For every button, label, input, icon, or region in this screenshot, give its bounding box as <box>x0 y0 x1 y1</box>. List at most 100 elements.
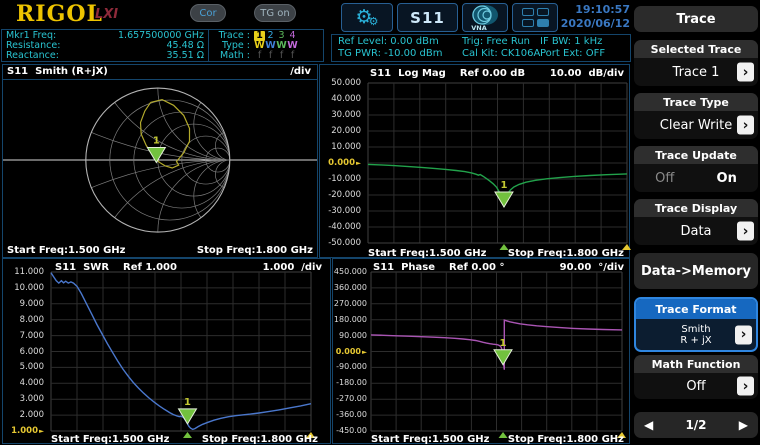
phase-freq-footer: Start Freq:1.500 GHz Stop Freq:1.800 GHz <box>371 434 624 445</box>
ifbw-status: IF BW: 1 kHz <box>540 36 630 48</box>
trace-update-on[interactable]: On <box>717 171 737 186</box>
trace-display-value: Data <box>680 224 711 239</box>
reactance-value: 35.51 Ω <box>167 51 204 61</box>
svg-text:VNA: VNA <box>471 24 487 31</box>
y-tick-label: 11.000 <box>14 267 44 277</box>
marker-readout: Mkr1 Freq:1.657500000 GHz Resistance:45.… <box>2 30 208 61</box>
logmag-y-axis: 50.00040.00030.00020.00010.0000.000►-10.… <box>320 83 365 243</box>
smith-freq-footer: Start Freq:1.500 GHz Stop Freq:1.800 GHz <box>7 245 313 256</box>
phase-svg: 1 <box>371 272 622 439</box>
grid <box>368 83 627 243</box>
logmag-scale: 10.00 dB/div <box>550 68 624 79</box>
trace-display-item[interactable]: Trace Display Data › <box>634 199 758 245</box>
y-tick-label: -270.00 <box>336 394 367 403</box>
trace-type-item[interactable]: Trace Type Clear Write › <box>634 93 758 139</box>
marker-info-box: Mkr1 Freq:1.657500000 GHz Resistance:45.… <box>1 29 324 62</box>
ref-level-status: Ref Level: 0.00 dBm <box>338 36 462 48</box>
reactance-label: Reactance: <box>6 51 59 61</box>
swr-chart-panel[interactable]: S11 SWR Ref 1.000 1.000 /div 11.00010.00… <box>2 258 331 444</box>
y-tick-label: -360.00 <box>336 410 367 419</box>
logmag-chart-panel[interactable]: S11 Log Mag Ref 0.00 dB 10.00 dB/div 50.… <box>319 64 630 258</box>
menu-pagination: ◀ 1/2 ▶ <box>634 412 758 438</box>
svg-text:1: 1 <box>153 135 160 146</box>
svg-text:1: 1 <box>500 338 507 349</box>
y-tick-label: -450.00 <box>336 426 367 435</box>
chevron-right-icon[interactable]: › <box>737 377 754 396</box>
vna-screen: RIGOL LXI Cor TG on ⚙⚙ S11 VNA 19:10:57 … <box>0 0 760 445</box>
swr-freq-footer: Start Freq:1.500 GHz Stop Freq:1.800 GHz <box>51 434 318 445</box>
chevron-right-icon[interactable]: › <box>737 63 754 82</box>
tracking-gen-status-button[interactable]: TG on <box>254 4 296 22</box>
grid <box>51 272 311 431</box>
clock: 19:10:57 2020/06/12 <box>556 3 630 31</box>
s-parameter-button[interactable]: S11 <box>397 3 458 32</box>
gear-small-icon: ⚙ <box>369 16 379 27</box>
start-freq-label: Start Freq:1.500 GHz <box>7 245 126 256</box>
y-tick-label: -30.000 <box>328 206 361 216</box>
y-tick-label: 360.000 <box>334 283 367 292</box>
chevron-right-icon[interactable]: › <box>735 325 752 344</box>
trace-format-item[interactable]: Trace Format Smith R + jX › <box>634 297 758 352</box>
stop-freq-label: Stop Freq:1.800 GHz <box>202 434 318 445</box>
vna-mode-button[interactable]: VNA <box>462 3 508 32</box>
start-freq-label: Start Freq:1.500 GHz <box>51 434 170 445</box>
instrument-status-box: Ref Level: 0.00 dBmTrig: Free RunIF BW: … <box>331 34 631 62</box>
chevron-right-icon[interactable]: › <box>737 116 754 135</box>
stop-freq-label: Stop Freq:1.800 GHz <box>508 434 624 445</box>
lxi-logo: LXI <box>95 7 118 22</box>
phase-chart-panel[interactable]: S11 Phase Ref 0.00 ° 90.00 °/div 450.000… <box>332 258 630 444</box>
math-function-item[interactable]: Math Function Off › <box>634 355 758 399</box>
window-layout-button[interactable] <box>512 3 558 32</box>
y-tick-label: 20.000 <box>331 126 361 136</box>
y-tick-label: 50.000 <box>331 78 361 88</box>
selected-trace-item[interactable]: Selected Trace Trace 1 › <box>634 40 758 86</box>
y-tick-label: -180.00 <box>336 378 367 387</box>
smith-chart-panel[interactable]: S11 Smith (R+jX) /div 1 Start Freq:1.500… <box>2 64 318 258</box>
trace-type-value: Clear Write <box>660 118 732 133</box>
y-tick-label: 1.000► <box>11 426 44 436</box>
y-tick-label: -50.000 <box>328 238 361 248</box>
smith-title: S11 Smith (R+jX) <box>7 66 108 79</box>
rigol-logo: RIGOL <box>16 1 103 27</box>
prev-page-icon[interactable]: ◀ <box>644 418 653 432</box>
y-tick-label: 0.000► <box>336 347 367 356</box>
date: 2020/06/12 <box>556 17 630 31</box>
y-tick-label: 7.000 <box>20 331 44 341</box>
tg-power-status: TG PWR: -10.00 dBm <box>338 48 462 60</box>
y-tick-label: -10.000 <box>328 174 361 184</box>
system-settings-button[interactable]: ⚙⚙ <box>341 3 393 32</box>
y-tick-label: 10.000 <box>14 283 44 293</box>
correction-status-button[interactable]: Cor <box>190 4 226 22</box>
y-tick-label: 9.000 <box>20 299 44 309</box>
y-tick-label: 40.000 <box>331 94 361 104</box>
chevron-right-icon[interactable]: › <box>737 222 754 241</box>
y-tick-label: 30.000 <box>331 110 361 120</box>
logmag-svg: 1 <box>368 83 627 251</box>
y-tick-label: 180.000 <box>334 315 367 324</box>
data-to-memory-button[interactable]: Data->Memory <box>634 253 758 289</box>
menu-title: Trace <box>634 6 758 32</box>
next-page-icon[interactable]: ▶ <box>739 418 748 432</box>
trace-menu-sidebar: Trace Selected Trace Trace 1 › Trace Typ… <box>632 0 760 445</box>
y-tick-label: -20.000 <box>328 190 361 200</box>
phase-y-axis: 450.000360.000270.000180.00090.0000.000►… <box>333 272 369 431</box>
swr-svg: 1 <box>51 272 311 439</box>
logmag-title: S11 Log Mag <box>370 68 446 79</box>
trace-update-item[interactable]: Trace Update Off On <box>634 146 758 192</box>
trace-update-off[interactable]: Off <box>655 171 674 186</box>
trace-format-value-line2: R + jX <box>680 335 711 346</box>
y-tick-label: 0.000► <box>328 158 361 168</box>
smith-chart-header: S11 Smith (R+jX) /div <box>3 65 317 80</box>
logmag-plot: 1 <box>368 83 627 243</box>
marker-1: 1 <box>147 135 165 162</box>
cal-kit-status: Cal Kit: CK106A <box>462 48 540 60</box>
logmag-ref: Ref 0.00 dB <box>460 68 525 79</box>
y-tick-label: 10.000 <box>331 142 361 152</box>
y-tick-label: -90.000 <box>336 362 367 371</box>
y-tick-label: 3.000 <box>20 394 44 404</box>
stop-freq-label: Stop Freq:1.800 GHz <box>197 245 313 256</box>
smith-svg: 1 <box>3 81 317 233</box>
swr-y-axis: 11.00010.0009.0008.0007.0006.0005.0004.0… <box>3 272 48 431</box>
time: 19:10:57 <box>556 3 630 17</box>
svg-text:1: 1 <box>184 397 191 408</box>
